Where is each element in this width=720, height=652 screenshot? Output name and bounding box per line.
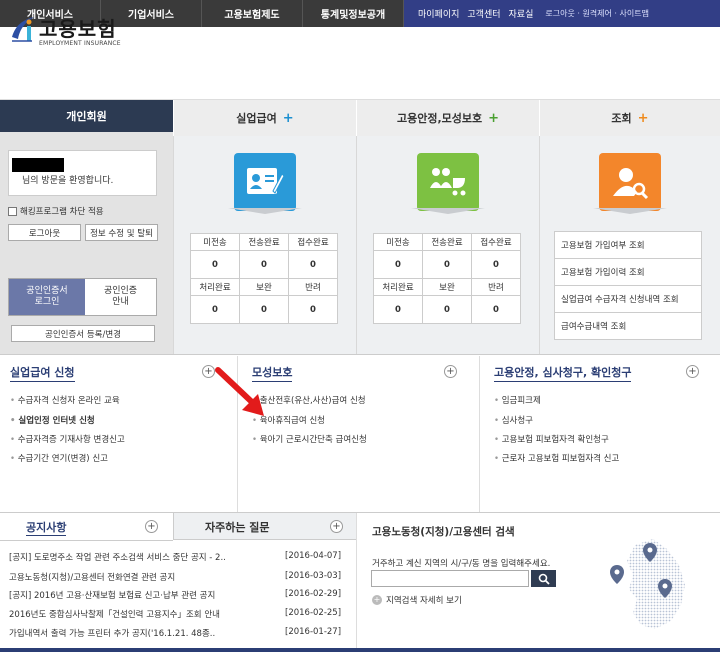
divider <box>479 356 480 512</box>
tab-employment-stability[interactable]: 고용안정,모성보호 + <box>356 100 539 136</box>
more-plus-icon[interactable]: + <box>145 520 158 533</box>
divider <box>0 540 173 541</box>
korea-map-icon[interactable] <box>605 535 700 635</box>
stability-status-table: 미전송 전송완료 접수완료 000 처리완료 보완 반려 000 <box>373 233 521 324</box>
nav-statistics[interactable]: 통계및정보공개 <box>303 0 404 27</box>
divider <box>0 354 720 355</box>
nav-mypage[interactable]: 마이페이지 <box>418 7 459 20</box>
logout-button[interactable]: 로그아웃 <box>8 224 81 241</box>
count-cell[interactable]: 0 <box>422 250 472 279</box>
notice-item[interactable]: 고용노동청(지청)/고용센터 전화연결 관련 공지 <box>9 571 274 583</box>
plus-icon: + <box>488 110 500 126</box>
tab-unemployment-benefit[interactable]: 실업급여 + <box>173 100 356 136</box>
hacking-block-checkbox[interactable] <box>8 206 17 216</box>
count-cell[interactable]: 0 <box>288 295 338 324</box>
list-item[interactable]: 수급기간 연기(변경) 신고 <box>10 452 108 464</box>
nav-insurance-system[interactable]: 고용보험제도 <box>202 0 303 27</box>
id-card-icon[interactable] <box>234 153 296 211</box>
list-item[interactable]: 수급자격증 기재사항 변경신고 <box>10 433 125 445</box>
icon-shadow <box>593 208 667 214</box>
lookup-enrollment-history[interactable]: 고용보험 가입이력 조회 <box>554 258 702 286</box>
plus-icon: + <box>637 110 649 126</box>
nav-library[interactable]: 자료실 <box>509 7 534 20</box>
tab-notice[interactable]: 공지사항 <box>26 519 67 536</box>
welcome-text: 님의 방문을 환영합니다. <box>22 176 114 186</box>
lookup-benefit-history[interactable]: 급여수급내역 조회 <box>554 312 702 340</box>
notice-item[interactable]: [공지] 2016년 고용·산재보험 보험료 신고·납부 관련 공지 <box>9 589 274 601</box>
cert-register-button[interactable]: 공인인증서 등록/변경 <box>11 325 155 342</box>
office-search-title: 고용노동청(지청)/고용센터 검색 <box>372 526 515 538</box>
list-item[interactable]: 임금피크제 <box>494 394 541 406</box>
count-cell[interactable]: 0 <box>373 295 423 324</box>
notice-item[interactable]: 2016년도 중합심사낙찰제「건설인력 고용지수」조회 안내 <box>9 608 274 620</box>
count-cell[interactable]: 0 <box>239 250 289 279</box>
unemployment-status-table: 미전송 전송완료 접수완료 000 처리완료 보완 반려 000 <box>190 233 338 324</box>
logo-korean: 고용보험 <box>39 17 117 41</box>
tab-faq[interactable]: 자주하는 질문 <box>205 519 270 535</box>
search-button[interactable] <box>531 570 556 587</box>
list-item[interactable]: 수급자격 신청자 온라인 교육 <box>10 394 120 406</box>
count-cell[interactable]: 0 <box>471 250 521 279</box>
icon-shadow <box>228 208 302 214</box>
list-item[interactable]: 고용보험 피보험자격 확인청구 <box>494 433 609 445</box>
notice-item[interactable]: [공지] 도로명주소 작업 관련 주소검색 서비스 중단 공지 - 2.. <box>9 551 274 563</box>
cert-box: 공인인증서 로그인 공인인증 안내 <box>8 278 157 316</box>
divider <box>0 512 720 513</box>
notice-date: [2016-02-25] <box>285 608 342 618</box>
nav-utility: 마이페이지 고객센터 자료실 로그아웃 · 원격제어 · 사이트맵 <box>404 0 720 27</box>
notice-date: [2016-04-07] <box>285 551 342 561</box>
site-logo[interactable]: 고용보험 EMPLOYMENT INSURANCE <box>10 13 121 47</box>
section-title-stability-appeal[interactable]: 고용안정, 심사청구, 확인청구 <box>494 364 632 382</box>
plus-icon: + <box>282 110 294 126</box>
family-stroller-icon[interactable] <box>417 153 479 211</box>
lookup-enrollment-status[interactable]: 고용보험 가입여부 조회 <box>554 231 702 259</box>
edit-info-button[interactable]: 정보 수정 및 탈퇴 <box>85 224 158 241</box>
plus-icon: + <box>372 595 382 605</box>
search-icon <box>538 573 550 585</box>
count-cell[interactable]: 0 <box>190 250 240 279</box>
more-plus-icon[interactable]: + <box>686 365 699 378</box>
hacking-block-row[interactable]: 해킹프로그램 차단 적용 <box>8 205 104 217</box>
logo-english: EMPLOYMENT INSURANCE <box>39 40 121 47</box>
logo-mark-icon <box>10 13 36 47</box>
notice-date: [2016-01-27] <box>285 627 342 637</box>
count-cell[interactable]: 0 <box>288 250 338 279</box>
nav-customer-center[interactable]: 고객센터 <box>467 7 500 20</box>
count-cell[interactable]: 0 <box>373 250 423 279</box>
section-title-unemployment[interactable]: 실업급여 신청 <box>10 364 75 382</box>
list-item[interactable]: 실업인정 인터넷 신청 <box>10 414 94 426</box>
lookup-benefit-application[interactable]: 실업급여 수급자격 신청내역 조회 <box>554 285 702 313</box>
notice-item[interactable]: 가입내역서 출력 가능 프린터 추가 공지('16.1.21. 48종.. <box>9 627 274 639</box>
tab-lookup[interactable]: 조회 + <box>539 100 720 136</box>
count-cell[interactable]: 0 <box>422 295 472 324</box>
footer-bar <box>0 648 720 652</box>
list-item[interactable]: 심사청구 <box>494 414 533 426</box>
count-cell[interactable]: 0 <box>190 295 240 324</box>
count-cell[interactable]: 0 <box>471 295 521 324</box>
region-detail-link[interactable]: + 지역검색 자세히 보기 <box>372 594 462 606</box>
more-plus-icon[interactable]: + <box>330 520 343 533</box>
list-item[interactable]: 육아기 근로시간단축 급여신청 <box>252 433 367 445</box>
list-item[interactable]: 근로자 고용보험 피보험자격 신고 <box>494 452 620 464</box>
person-search-icon[interactable] <box>599 153 661 211</box>
tab-personal-member[interactable]: 개인회원 <box>0 100 173 132</box>
cert-login-button[interactable]: 공인인증서 로그인 <box>9 279 85 315</box>
notice-date: [2016-03-03] <box>285 571 342 581</box>
office-search-input[interactable] <box>371 570 529 587</box>
office-search-desc: 거주하고 계신 지역의 시/구/동 명을 입력해주세요. <box>372 559 551 569</box>
divider <box>356 513 357 648</box>
notice-date: [2016-02-29] <box>285 589 342 599</box>
more-plus-icon[interactable]: + <box>444 365 457 378</box>
cert-guide-button[interactable]: 공인인증 안내 <box>85 279 156 315</box>
icon-shadow <box>411 208 485 214</box>
hacking-block-label: 해킹프로그램 차단 적용 <box>20 207 104 217</box>
count-cell[interactable]: 0 <box>239 295 289 324</box>
redacted-username <box>12 158 64 172</box>
nav-util-links[interactable]: 로그아웃 · 원격제어 · 사이트맵 <box>545 8 649 19</box>
red-arrow-icon <box>215 367 264 416</box>
